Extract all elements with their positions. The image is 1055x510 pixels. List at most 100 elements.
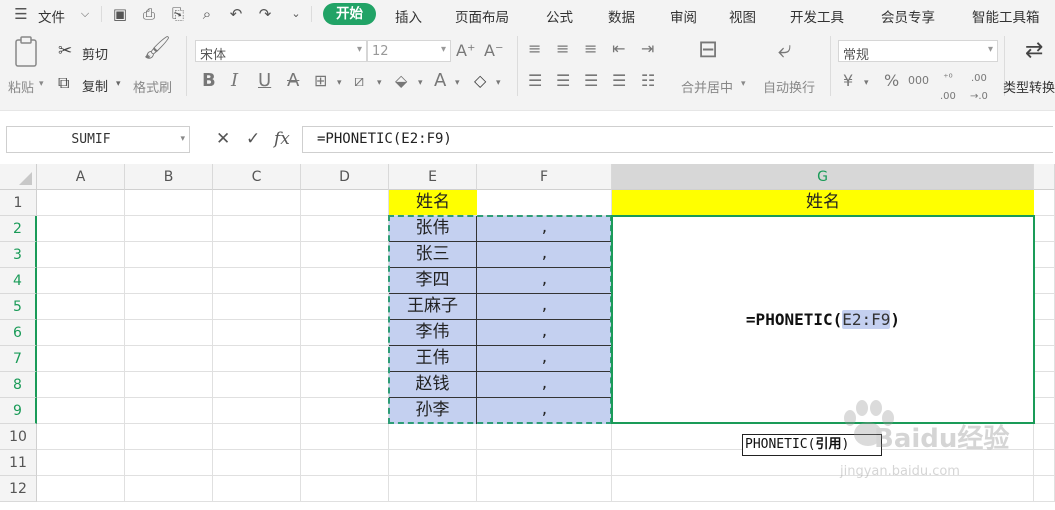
grid-cell[interactable] bbox=[301, 450, 389, 476]
grid-cell[interactable] bbox=[389, 424, 477, 450]
increase-font-icon[interactable]: A⁺ bbox=[456, 42, 475, 60]
fill-color-icon[interactable]: ⬙ bbox=[395, 72, 407, 90]
grid-cell[interactable] bbox=[125, 424, 213, 450]
chevron-down-icon[interactable]: ▾ bbox=[496, 74, 501, 92]
row-header-9[interactable]: 9 bbox=[0, 398, 37, 424]
grid-cell[interactable] bbox=[477, 450, 612, 476]
undo-icon[interactable]: ↶ bbox=[227, 5, 245, 23]
copy-button[interactable]: 复制 bbox=[82, 76, 108, 95]
tab-review[interactable]: 审阅 bbox=[670, 6, 697, 26]
wrap-text-button[interactable]: 自动换行 bbox=[763, 77, 815, 96]
save-icon[interactable]: ▣ bbox=[111, 5, 129, 23]
row-header-2[interactable]: 2 bbox=[0, 216, 37, 242]
chevron-down-icon[interactable]: ▾ bbox=[418, 74, 423, 92]
grid-cell[interactable] bbox=[477, 476, 612, 502]
grid-cell[interactable] bbox=[301, 190, 389, 216]
tab-developer[interactable]: 开发工具 bbox=[790, 6, 844, 26]
increase-indent-icon[interactable]: ⇥ bbox=[641, 40, 654, 58]
grid-cell[interactable] bbox=[301, 476, 389, 502]
copy-dropdown-icon[interactable]: ▾ bbox=[116, 79, 121, 89]
align-right-icon[interactable]: ☰ bbox=[584, 72, 598, 90]
file-menu[interactable]: 文件 bbox=[38, 6, 65, 26]
grid-cell[interactable] bbox=[37, 398, 125, 424]
tab-page-layout[interactable]: 页面布局 bbox=[455, 6, 509, 26]
grid-cell[interactable] bbox=[213, 424, 301, 450]
grid-cell[interactable] bbox=[1034, 216, 1055, 242]
select-all-corner[interactable] bbox=[0, 164, 37, 190]
cell-G1[interactable]: 姓名 bbox=[612, 190, 1034, 215]
grid-cell[interactable] bbox=[1034, 476, 1055, 502]
grid-cell[interactable] bbox=[301, 372, 389, 398]
fill-pattern-icon[interactable]: ⧄ bbox=[354, 72, 364, 90]
insert-function-icon[interactable]: fx bbox=[274, 129, 290, 149]
grid-cell[interactable] bbox=[37, 294, 125, 320]
merge-center-button[interactable]: 合并居中 bbox=[681, 77, 733, 96]
redo-icon[interactable]: ↷ bbox=[256, 5, 274, 23]
merge-dropdown-icon[interactable]: ▾ bbox=[741, 79, 746, 89]
increase-decimal-icon[interactable]: ⁺⁰ .00 bbox=[940, 70, 956, 106]
grid-cell[interactable] bbox=[301, 294, 389, 320]
row-header-5[interactable]: 5 bbox=[0, 294, 37, 320]
grid-cell[interactable] bbox=[125, 398, 213, 424]
row-header-10[interactable]: 10 bbox=[0, 424, 37, 450]
eraser-icon[interactable]: ◇ bbox=[474, 72, 486, 90]
grid-cell[interactable] bbox=[37, 190, 125, 216]
grid-cell[interactable] bbox=[389, 476, 477, 502]
grid-cell[interactable] bbox=[1034, 450, 1055, 476]
paste-dropdown-icon[interactable]: ▾ bbox=[39, 79, 44, 89]
row-header-7[interactable]: 7 bbox=[0, 346, 37, 372]
column-header-F[interactable]: F bbox=[477, 164, 612, 190]
grid-cell[interactable] bbox=[125, 242, 213, 268]
grid-cell[interactable] bbox=[213, 320, 301, 346]
row-header-1[interactable]: 1 bbox=[0, 190, 37, 216]
merge-center-icon[interactable]: ⊟ bbox=[698, 37, 718, 61]
tab-member[interactable]: 会员专享 bbox=[881, 6, 935, 26]
column-header-G[interactable]: G bbox=[612, 164, 1034, 190]
tab-start[interactable]: 开始 bbox=[323, 3, 376, 25]
grid-cell[interactable] bbox=[301, 398, 389, 424]
print-icon[interactable]: ⎘ bbox=[169, 5, 187, 23]
grid-cell[interactable] bbox=[477, 424, 612, 450]
cut-button[interactable]: 剪切 bbox=[82, 44, 108, 63]
justify-icon[interactable]: ☰ bbox=[612, 72, 626, 90]
align-top-icon[interactable]: ≡ bbox=[528, 40, 541, 58]
grid-cell[interactable] bbox=[301, 242, 389, 268]
formula-input[interactable]: =PHONETIC(E2:F9) bbox=[302, 126, 1053, 153]
decrease-font-icon[interactable]: A⁻ bbox=[484, 42, 503, 60]
convert-type-icon[interactable]: ⇄ bbox=[1025, 40, 1043, 62]
grid-cell[interactable] bbox=[37, 424, 125, 450]
cancel-icon[interactable]: ✕ bbox=[216, 129, 230, 149]
grid-cell[interactable] bbox=[213, 398, 301, 424]
grid-cell[interactable] bbox=[213, 242, 301, 268]
grid-cell[interactable] bbox=[37, 268, 125, 294]
align-left-icon[interactable]: ☰ bbox=[528, 72, 542, 90]
decrease-indent-icon[interactable]: ⇤ bbox=[612, 40, 625, 58]
quick-access-more-icon[interactable]: ⌄ bbox=[287, 5, 305, 23]
grid-cell[interactable] bbox=[213, 190, 301, 216]
row-header-6[interactable]: 6 bbox=[0, 320, 37, 346]
grid-cell[interactable] bbox=[301, 424, 389, 450]
row-header-3[interactable]: 3 bbox=[0, 242, 37, 268]
chevron-down-icon[interactable]: ▾ bbox=[455, 74, 460, 92]
grid-cell[interactable] bbox=[125, 268, 213, 294]
row-header-8[interactable]: 8 bbox=[0, 372, 37, 398]
percent-icon[interactable]: % bbox=[884, 72, 899, 90]
font-size-select[interactable]: 12 ▾ bbox=[367, 40, 451, 62]
grid-cell[interactable] bbox=[389, 450, 477, 476]
paste-button[interactable] bbox=[8, 36, 44, 70]
grid-cell[interactable] bbox=[301, 216, 389, 242]
grid-cell[interactable] bbox=[1034, 242, 1055, 268]
export-pdf-icon[interactable]: ⎙ bbox=[140, 5, 158, 23]
align-center-icon[interactable]: ☰ bbox=[556, 72, 570, 90]
grid-cell[interactable] bbox=[125, 294, 213, 320]
grid-cell[interactable] bbox=[213, 268, 301, 294]
strikethrough-icon[interactable]: A bbox=[287, 72, 299, 90]
chevron-down-icon[interactable]: ▾ bbox=[377, 74, 382, 92]
file-dropdown-chevron-icon[interactable]: ⌵ bbox=[76, 5, 94, 23]
grid-cell[interactable] bbox=[125, 450, 213, 476]
chevron-down-icon[interactable]: ▾ bbox=[864, 74, 869, 92]
row-header-12[interactable]: 12 bbox=[0, 476, 37, 502]
grid-cell[interactable] bbox=[1034, 320, 1055, 346]
column-header-A[interactable]: A bbox=[37, 164, 125, 190]
grid-cell[interactable] bbox=[213, 372, 301, 398]
